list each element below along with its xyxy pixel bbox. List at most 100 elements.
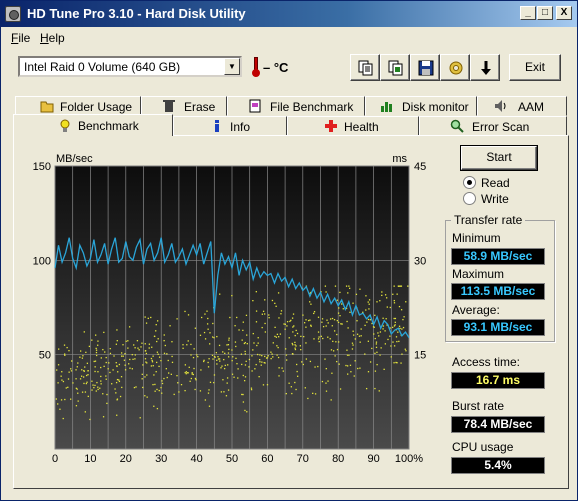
access-time-point [377,332,379,334]
access-time-point [393,345,396,347]
access-time-point [394,321,396,323]
tab-benchmark[interactable]: Benchmark [13,114,173,136]
access-time-point [164,344,166,347]
access-time-point [115,343,118,345]
access-time-point [257,342,259,344]
access-time-point [222,351,224,353]
access-time-point [358,335,361,337]
access-time-point [375,341,378,343]
access-time-point [85,382,88,385]
access-time-point [89,418,91,421]
access-time-point [395,336,398,338]
access-time-point [392,341,394,343]
access-time-point [329,338,331,340]
access-time-point [277,336,280,338]
access-time-point [226,344,228,346]
access-time-point [375,343,378,345]
access-time-point [386,297,388,299]
access-time-point [345,364,347,367]
access-time-point [327,336,329,338]
access-time-point [71,360,73,362]
access-time-point [128,363,130,365]
access-time-point [207,366,210,368]
access-time-point [321,380,324,383]
access-time-point [134,347,136,349]
access-time-point [156,340,158,343]
access-time-point [121,386,123,389]
access-time-point [103,331,105,334]
access-time-point [279,333,282,335]
access-time-point [190,343,192,346]
access-time-point [393,285,395,287]
access-time-point [379,300,381,302]
access-time-point [295,388,297,391]
access-time-point [357,367,359,370]
access-time-point [332,340,334,343]
access-time-point [62,380,65,383]
access-time-point [331,325,333,327]
access-time-point [327,322,329,324]
access-time-point [55,398,58,400]
access-time-point [337,321,340,324]
access-time-point [347,373,349,375]
access-time-point [353,375,355,377]
access-time-point [288,337,290,339]
access-time-point [272,356,274,358]
write-radio[interactable] [463,192,476,205]
access-time-point [72,382,74,384]
access-time-point [87,370,89,372]
access-time-point [226,382,228,384]
access-time-point [276,345,278,347]
access-time-point [160,359,162,362]
access-time-point [146,374,148,376]
access-time-point [118,380,121,383]
access-time-point [64,398,66,401]
access-time-point [97,371,99,373]
access-time-point [288,382,290,384]
access-time-point [213,374,216,376]
access-time-point [116,378,119,381]
access-time-point [216,363,218,365]
access-time-point [261,354,263,357]
access-time-point [283,323,285,325]
access-time-point [237,368,239,370]
read-radio[interactable] [463,176,476,189]
access-time-point [275,336,278,338]
access-time-point [352,302,354,304]
access-time-point [120,376,123,378]
access-time-point [209,381,212,383]
burst-rate-label: Burst rate [452,399,505,413]
access-time-point [127,347,129,349]
access-time-point [94,360,97,362]
access-time-point [252,349,254,351]
access-time-point [62,417,64,420]
access-time-point [236,363,238,365]
access-time-point [170,373,172,375]
access-time-point [165,368,167,370]
access-time-point [107,368,109,370]
maximum-value: 113.5 MB/sec [451,283,545,300]
access-time-point [260,364,262,366]
minimum-label: Minimum [452,231,501,245]
access-time-point [251,355,253,357]
main-window: HD Tune Pro 3.10 - Hard Disk Utility _ □… [0,0,578,501]
access-time-point [200,369,202,371]
access-time-point [133,344,135,346]
access-time-point [95,347,97,350]
access-time-point [168,372,170,374]
start-button[interactable]: Start [461,146,537,170]
access-time-point [399,327,401,330]
access-time-point [118,379,120,381]
access-time-point [105,378,107,380]
access-time-point [115,392,117,394]
access-time-point [256,353,259,356]
access-time-point [161,382,164,385]
access-time-point [364,353,366,355]
access-time-point [293,325,295,327]
access-time-point [347,292,349,294]
access-time-point [215,352,218,354]
access-time-point [141,342,143,344]
y-tick-label-right: 45 [414,161,426,173]
access-time-point [203,331,206,334]
access-time-point [163,334,165,336]
